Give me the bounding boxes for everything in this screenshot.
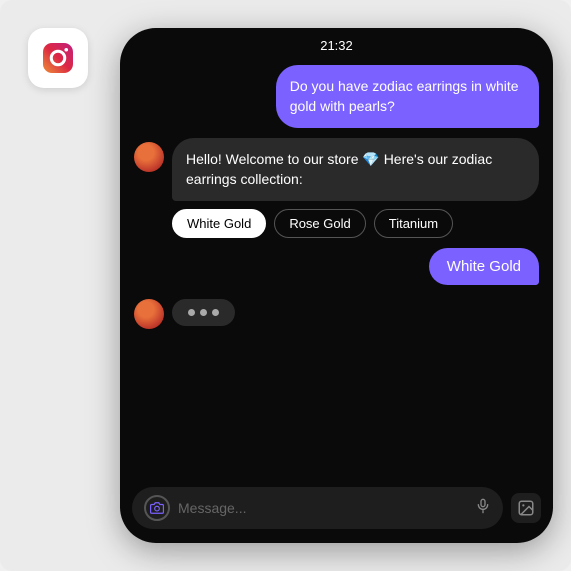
typing-dot-2	[200, 309, 207, 316]
mic-icon[interactable]	[475, 498, 491, 519]
bot-avatar-typing	[134, 299, 164, 329]
typing-dot-1	[188, 309, 195, 316]
typing-bubble	[172, 299, 235, 326]
bot-avatar	[134, 142, 164, 172]
user-message: Do you have zodiac earrings in white gol…	[276, 65, 539, 128]
status-time: 21:32	[320, 38, 353, 53]
instagram-icon	[28, 28, 88, 88]
typing-row	[134, 295, 539, 329]
pill-white-gold[interactable]: White Gold	[172, 209, 266, 238]
bot-message: Hello! Welcome to our store 💎 Here's our…	[172, 138, 539, 201]
media-icon[interactable]	[511, 493, 541, 523]
pill-rose-gold[interactable]: Rose Gold	[274, 209, 365, 238]
option-pills: White Gold Rose Gold Titanium	[172, 209, 539, 238]
input-bar: Message...	[120, 479, 553, 543]
chat-area: Do you have zodiac earrings in white gol…	[120, 57, 553, 479]
status-bar: 21:32	[120, 28, 553, 57]
bot-message-row: Hello! Welcome to our store 💎 Here's our…	[134, 138, 539, 238]
pill-titanium[interactable]: Titanium	[374, 209, 453, 238]
scene: 21:32 Do you have zodiac earrings in whi…	[0, 0, 571, 571]
message-input-field[interactable]: Message...	[132, 487, 503, 529]
phone-frame: 21:32 Do you have zodiac earrings in whi…	[120, 28, 553, 543]
camera-icon[interactable]	[144, 495, 170, 521]
typing-dot-3	[212, 309, 219, 316]
message-placeholder: Message...	[178, 500, 467, 516]
bot-content: Hello! Welcome to our store 💎 Here's our…	[172, 138, 539, 238]
user-reply-message: White Gold	[429, 248, 539, 285]
